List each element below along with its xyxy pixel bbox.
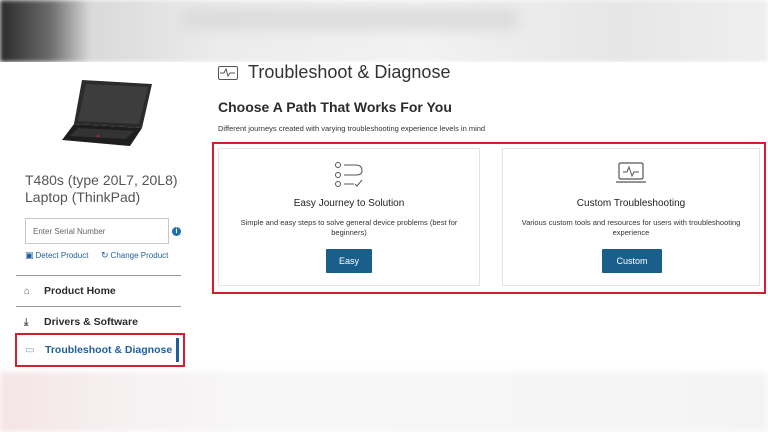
serial-number-input[interactable] xyxy=(25,218,169,244)
blurred-header xyxy=(0,0,768,62)
info-icon[interactable]: i xyxy=(172,227,181,236)
nav-item-label: Troubleshoot & Diagnose xyxy=(45,344,173,356)
laptop-pulse-icon xyxy=(616,162,646,183)
page-title: Troubleshoot & Diagnose xyxy=(248,62,451,82)
card-custom-troubleshooting: Custom Troubleshooting Various custom to… xyxy=(502,148,760,286)
section-subtitle: Choose A Path That Works For You xyxy=(218,99,452,115)
card-easy-journey: Easy Journey to Solution Simple and easy… xyxy=(218,148,480,286)
card-description: Various custom tools and resources for u… xyxy=(521,218,741,237)
page: T480s (type 20L7, 20L8) Laptop (ThinkPad… xyxy=(0,62,768,372)
monitor-icon: ▭ xyxy=(25,344,35,356)
section-caption: Different journeys created with varying … xyxy=(218,124,486,133)
laptop-image xyxy=(62,80,152,146)
checklist-icon xyxy=(335,162,363,187)
easy-button[interactable]: Easy xyxy=(326,249,372,273)
nav-item-troubleshoot-diagnose[interactable]: ▭ Troubleshoot & Diagnose xyxy=(15,333,185,367)
page-title-row: Troubleshoot & Diagnose xyxy=(218,62,450,83)
nav-item-label: Drivers & Software xyxy=(44,316,138,328)
card-title: Custom Troubleshooting xyxy=(576,198,686,209)
download-icon: ⤓ xyxy=(24,316,29,328)
refresh-icon: ↻ xyxy=(101,250,109,260)
pulse-monitor-icon xyxy=(218,65,238,80)
product-name: T480s (type 20L7, 20L8) Laptop (ThinkPad… xyxy=(25,172,178,205)
active-indicator xyxy=(176,338,179,362)
change-product-link[interactable]: ↻ Change Product xyxy=(101,250,168,261)
blurred-footer xyxy=(0,372,768,432)
detect-product-link[interactable]: ▣ Detect Product xyxy=(25,250,88,261)
nav-item-label: Product Home xyxy=(44,285,116,297)
card-title: Easy Journey to Solution xyxy=(293,198,405,209)
change-product-label: Change Product xyxy=(110,251,169,260)
home-icon: ⌂ xyxy=(24,285,31,297)
custom-button[interactable]: Custom xyxy=(602,249,662,273)
detect-icon: ▣ xyxy=(25,250,34,260)
card-description: Simple and easy steps to solve general d… xyxy=(240,218,458,237)
nav-item-product-home[interactable]: ⌂ Product Home xyxy=(16,276,181,306)
detect-product-label: Detect Product xyxy=(35,251,89,260)
